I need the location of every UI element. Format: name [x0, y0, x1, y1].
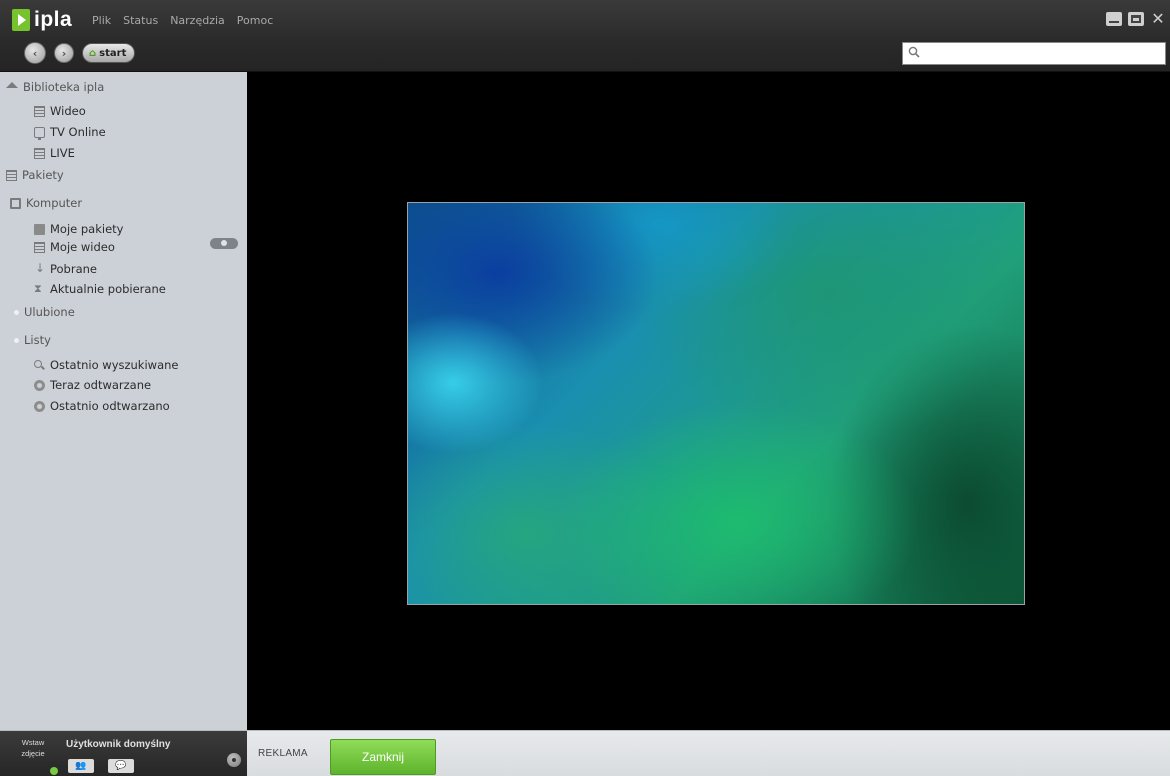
sidebar-item-wideo[interactable]: Wideo	[34, 104, 86, 118]
sidebar-item-label: TV Online	[50, 125, 106, 139]
eye-toggle-icon[interactable]	[210, 238, 238, 249]
sidebar-item-moje-pakiety[interactable]: Moje pakiety	[34, 222, 123, 236]
content-area	[247, 72, 1170, 730]
search-icon	[908, 46, 920, 58]
film-icon	[6, 169, 17, 181]
sidebar-pakiety[interactable]: Pakiety	[6, 168, 64, 182]
film-icon	[34, 105, 45, 117]
status-online-icon	[50, 767, 58, 775]
sidebar-item-label: Ulubione	[24, 305, 75, 319]
download-icon	[34, 261, 45, 275]
start-label: start	[99, 47, 127, 59]
menu-status[interactable]: Status	[123, 14, 158, 27]
bottom-bar: Wstaw zdjęcie Użytkownik domyślny 👥 💬 RE…	[0, 730, 1170, 776]
film-icon	[34, 147, 45, 159]
app-logo: ipla	[12, 8, 72, 32]
sidebar-item-label: LIVE	[50, 146, 75, 160]
sidebar-item-label: Biblioteka ipla	[23, 80, 105, 94]
sidebar-item-ostatnio-odtwarzano[interactable]: Ostatnio odtwarzano	[34, 399, 170, 413]
film-icon	[34, 241, 45, 253]
forward-button[interactable]: ›	[54, 43, 74, 63]
add-photo-button[interactable]: Wstaw zdjęcie	[10, 737, 58, 775]
hourglass-icon	[34, 282, 45, 296]
sidebar-item-label: Aktualnie pobierane	[50, 282, 166, 296]
home-icon	[6, 82, 18, 88]
minimize-icon[interactable]	[1106, 12, 1122, 26]
sidebar-item-live[interactable]: LIVE	[34, 146, 75, 160]
bullet-icon	[14, 337, 19, 343]
window-controls: ✕	[1106, 11, 1166, 27]
search-box[interactable]	[902, 42, 1166, 65]
photo-label-line1: Wstaw	[21, 738, 45, 747]
user-name[interactable]: Użytkownik domyślny	[66, 739, 170, 750]
menu-bar: Plik Status Narzędzia Pomoc	[92, 14, 273, 27]
user-panel: Wstaw zdjęcie Użytkownik domyślny 👥 💬	[0, 731, 247, 776]
menu-plik[interactable]: Plik	[92, 14, 111, 27]
sidebar-item-pobrane[interactable]: Pobrane	[34, 261, 97, 277]
users-icon[interactable]: 👥	[68, 759, 94, 773]
sidebar-komputer[interactable]: Komputer	[10, 196, 82, 210]
home-icon: ⌂	[89, 47, 97, 59]
sidebar-item-label: Ostatnio wyszukiwane	[50, 358, 179, 372]
title-bar: ipla Plik Status Narzędzia Pomoc ✕ ‹ › ⌂…	[0, 0, 1170, 72]
play-logo-icon	[12, 9, 30, 31]
sidebar-item-label: Moje pakiety	[50, 222, 124, 236]
logo-text: ipla	[34, 8, 73, 31]
navigation: ‹ › ⌂ start	[24, 42, 136, 64]
sidebar: Biblioteka ipla Wideo TV Online LIVE Pak…	[0, 72, 247, 730]
sidebar-item-teraz-odtwarzane[interactable]: Teraz odtwarzane	[34, 378, 151, 392]
video-player-area[interactable]	[407, 202, 1025, 605]
sidebar-item-ostatnio-wyszukiwane[interactable]: Ostatnio wyszukiwane	[34, 358, 178, 372]
sidebar-item-label: Ostatnio odtwarzano	[50, 399, 170, 413]
sidebar-item-label: Pakiety	[22, 168, 64, 182]
sidebar-ulubione[interactable]: Ulubione	[14, 305, 75, 319]
menu-pomoc[interactable]: Pomoc	[237, 14, 273, 27]
search-icon	[34, 359, 45, 371]
tv-icon	[34, 126, 45, 140]
disc-icon	[34, 379, 45, 391]
sidebar-item-aktualnie-pobierane[interactable]: Aktualnie pobierane	[34, 282, 166, 297]
photo-label-line2: zdjęcie	[21, 749, 45, 758]
bullet-icon	[14, 309, 19, 315]
disc-icon	[34, 400, 45, 412]
monitor-icon	[10, 197, 21, 209]
sidebar-item-label: Wideo	[50, 104, 86, 118]
user-options-icon[interactable]	[227, 753, 241, 767]
search-input[interactable]	[923, 45, 1161, 63]
sidebar-item-label: Teraz odtwarzane	[50, 378, 152, 392]
sidebar-item-tv-online[interactable]: TV Online	[34, 125, 106, 140]
menu-narzedzia[interactable]: Narzędzia	[170, 14, 225, 27]
ad-label: REKLAMA	[258, 748, 308, 759]
sidebar-item-label: Pobrane	[50, 262, 97, 276]
sidebar-item-label: Komputer	[26, 196, 83, 210]
sidebar-item-moje-wideo[interactable]: Moje wideo	[34, 240, 115, 254]
sidebar-item-label: Moje wideo	[50, 240, 115, 254]
close-icon[interactable]: ✕	[1150, 11, 1166, 27]
chat-icon[interactable]: 💬	[108, 759, 134, 773]
maximize-icon[interactable]	[1128, 12, 1144, 26]
close-ad-button[interactable]: Zamknij	[330, 739, 436, 775]
package-icon	[34, 223, 45, 235]
sidebar-biblioteka[interactable]: Biblioteka ipla	[6, 80, 104, 94]
sidebar-item-label: Listy	[24, 333, 51, 347]
sidebar-listy[interactable]: Listy	[14, 333, 51, 347]
back-button[interactable]: ‹	[24, 42, 46, 64]
start-button[interactable]: ⌂ start	[82, 43, 136, 63]
